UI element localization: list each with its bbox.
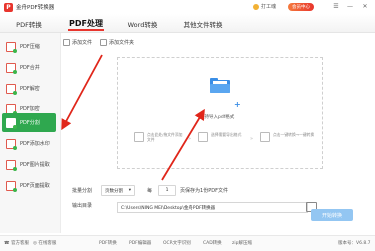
- annotation-arrow: [161, 108, 205, 181]
- annotation-arrows: [61, 54, 205, 181]
- annotation-arrow: [61, 54, 103, 131]
